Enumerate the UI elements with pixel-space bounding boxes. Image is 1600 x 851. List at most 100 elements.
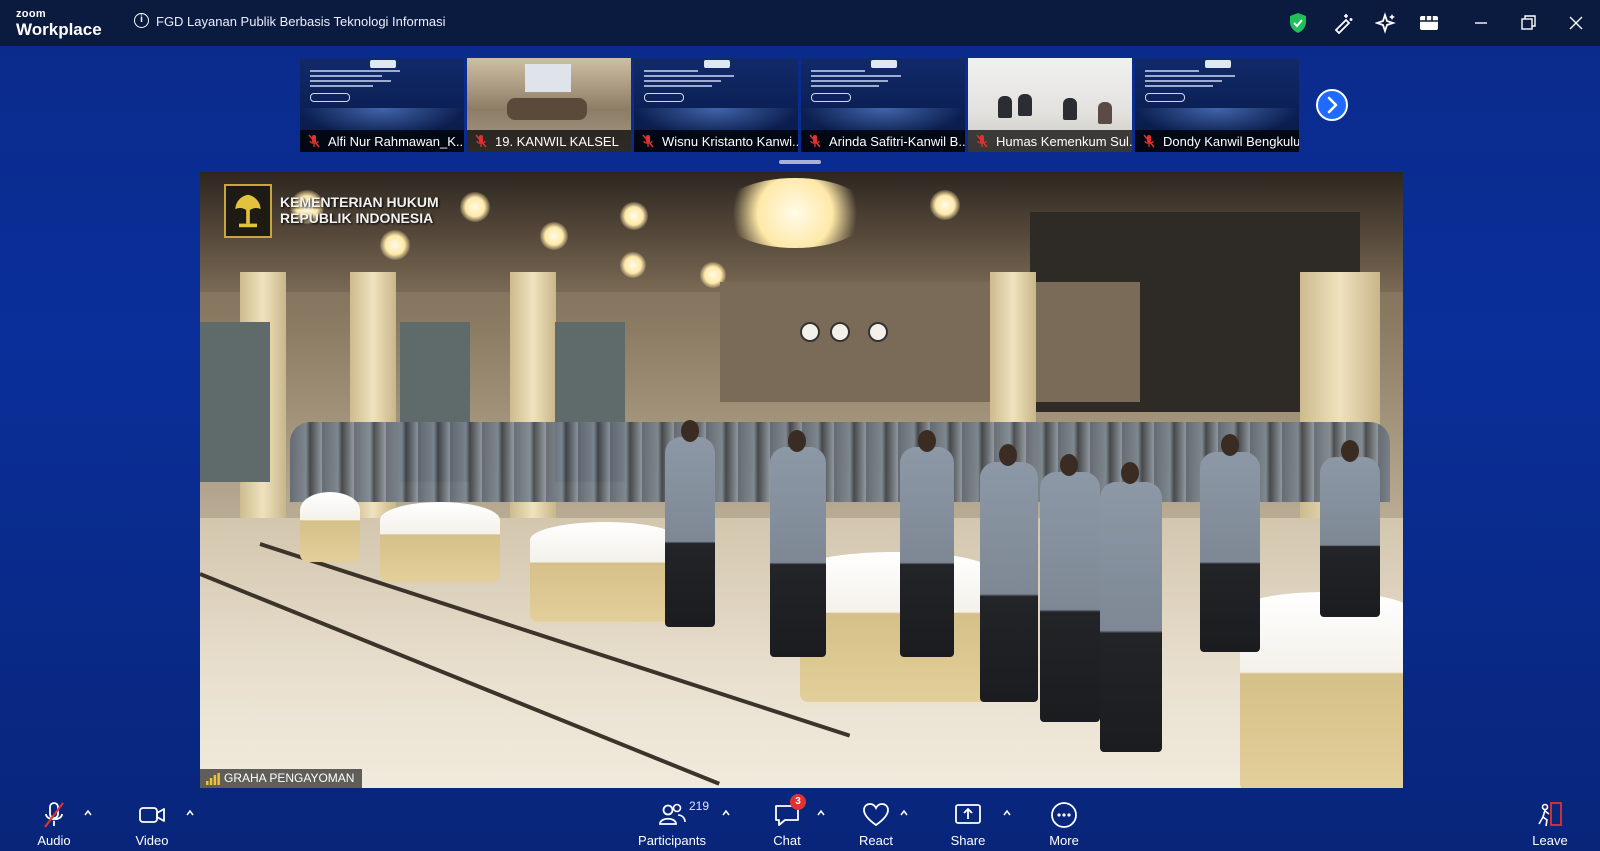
chat-unread-badge: 3: [790, 794, 806, 810]
chandelier: [720, 178, 870, 248]
round-table: [1240, 592, 1403, 788]
shield-icon[interactable]: [1287, 12, 1309, 34]
person-head: [681, 420, 699, 442]
close-icon[interactable]: [1565, 12, 1587, 34]
leave-button[interactable]: Leave: [1530, 798, 1570, 851]
slide-button: [644, 93, 684, 102]
participant-filmstrip: Alfi Nur Rahmawan_K... 19. KANWIL KALSEL…: [300, 58, 1300, 152]
participant-tile[interactable]: 19. KANWIL KALSEL: [467, 58, 631, 152]
mic-muted-icon: [308, 134, 320, 148]
participant-tile[interactable]: Dondy Kanwil Bengkulu: [1135, 58, 1299, 152]
person-figure: [1018, 94, 1032, 116]
participant-name: Wisnu Kristanto Kanwi...: [662, 133, 798, 149]
audio-options-caret-icon[interactable]: [83, 808, 93, 818]
room-screen: [525, 64, 571, 92]
slide-badge: [1205, 60, 1231, 68]
filmstrip-next-button[interactable]: [1316, 89, 1348, 121]
wall-clock: [800, 322, 820, 342]
participant-name-bar: 19. KANWIL KALSEL: [467, 130, 631, 152]
slide-text: [811, 70, 901, 90]
ceiling-light: [380, 230, 410, 260]
react-button[interactable]: React: [856, 798, 896, 851]
chat-options-caret-icon[interactable]: [816, 808, 826, 818]
video-label: Video: [135, 833, 169, 848]
more-button[interactable]: More: [1044, 798, 1084, 851]
slide-text: [1145, 70, 1235, 90]
video-options-caret-icon[interactable]: [185, 808, 195, 818]
annotate-icon[interactable]: [1332, 12, 1354, 34]
standing-person: [980, 462, 1038, 702]
heart-icon: [863, 803, 889, 827]
wall-clock: [868, 322, 888, 342]
react-options-caret-icon[interactable]: [899, 808, 909, 818]
participant-name-bar: Arinda Safitri-Kanwil B...: [801, 130, 965, 152]
meeting-toolbar: Audio Video Participants 219 3 Chat Reac…: [0, 794, 1600, 851]
person-figure: [1098, 102, 1112, 124]
participants-options-caret-icon[interactable]: [721, 808, 731, 818]
meeting-title: FGD Layanan Publik Berbasis Teknologi In…: [156, 14, 446, 29]
person-head: [1060, 454, 1078, 476]
standing-person: [770, 447, 826, 657]
slide-text: [310, 70, 400, 90]
video-button[interactable]: Video: [132, 798, 172, 851]
standing-person: [665, 437, 715, 627]
ceiling-light: [540, 222, 568, 250]
logo-line-1: KEMENTERIAN HUKUM: [280, 194, 439, 210]
filmstrip-resize-handle[interactable]: [779, 160, 821, 164]
brand-name: Workplace: [16, 20, 102, 39]
participant-name: 19. KANWIL KALSEL: [495, 133, 619, 149]
room-table: [507, 98, 587, 120]
slide-button: [811, 93, 851, 102]
slide-button: [1145, 93, 1185, 102]
standing-person: [1040, 472, 1100, 722]
active-speaker-video: KEMENTERIAN HUKUM REPUBLIK INDONESIA: [200, 172, 1403, 788]
chat-label: Chat: [773, 833, 801, 848]
participant-tile[interactable]: Arinda Safitri-Kanwil B...: [801, 58, 965, 152]
brand-small: zoom: [16, 8, 46, 20]
chevron-right-icon: [1327, 96, 1338, 114]
share-label: Share: [950, 833, 986, 848]
share-screen-icon: [955, 804, 981, 824]
ai-companion-icon[interactable]: [1375, 12, 1397, 34]
mic-muted-icon: [642, 134, 654, 148]
more-label: More: [1049, 833, 1079, 848]
signal-bars-icon: [206, 773, 220, 785]
share-button[interactable]: Share: [948, 798, 988, 851]
participant-tile[interactable]: Alfi Nur Rahmawan_K...: [300, 58, 464, 152]
mic-muted-icon: [809, 134, 821, 148]
participant-name-bar: Alfi Nur Rahmawan_K...: [300, 130, 464, 152]
chat-icon-wrapper: 3: [772, 794, 806, 830]
ceiling-light: [620, 252, 646, 278]
ceiling-light: [620, 202, 648, 230]
participant-tile[interactable]: Wisnu Kristanto Kanwi...: [634, 58, 798, 152]
round-table: [300, 492, 360, 562]
leave-label: Leave: [1532, 833, 1568, 848]
person-figure: [998, 96, 1012, 118]
mic-muted-icon: [44, 802, 64, 828]
apps-icon[interactable]: [1418, 12, 1440, 34]
audio-button[interactable]: Audio: [34, 798, 74, 851]
restore-icon[interactable]: [1517, 12, 1539, 34]
round-table: [530, 522, 680, 622]
slide-badge: [704, 60, 730, 68]
round-table: [380, 502, 500, 582]
info-icon[interactable]: i: [134, 13, 149, 28]
more-icon: [1051, 802, 1077, 828]
chat-button[interactable]: 3 Chat: [767, 794, 807, 851]
person-head: [1121, 462, 1139, 484]
slide-button: [310, 93, 350, 102]
ceiling-light: [460, 192, 490, 222]
mic-muted-icon: [976, 134, 988, 148]
logo-line-2: REPUBLIK INDONESIA: [280, 210, 434, 226]
minimize-icon[interactable]: [1470, 12, 1492, 34]
share-options-caret-icon[interactable]: [1002, 808, 1012, 818]
participant-tile[interactable]: Humas Kemenkum Sul...: [968, 58, 1132, 152]
standing-person: [1200, 452, 1260, 652]
react-label: React: [859, 833, 893, 848]
participant-name-bar: Wisnu Kristanto Kanwi...: [634, 130, 798, 152]
slide-badge: [871, 60, 897, 68]
ministry-logo-text: KEMENTERIAN HUKUM REPUBLIK INDONESIA: [280, 194, 439, 226]
person-head: [788, 430, 806, 452]
app-logo: zoom Workplace: [16, 8, 102, 39]
ministry-logo: [224, 184, 272, 238]
